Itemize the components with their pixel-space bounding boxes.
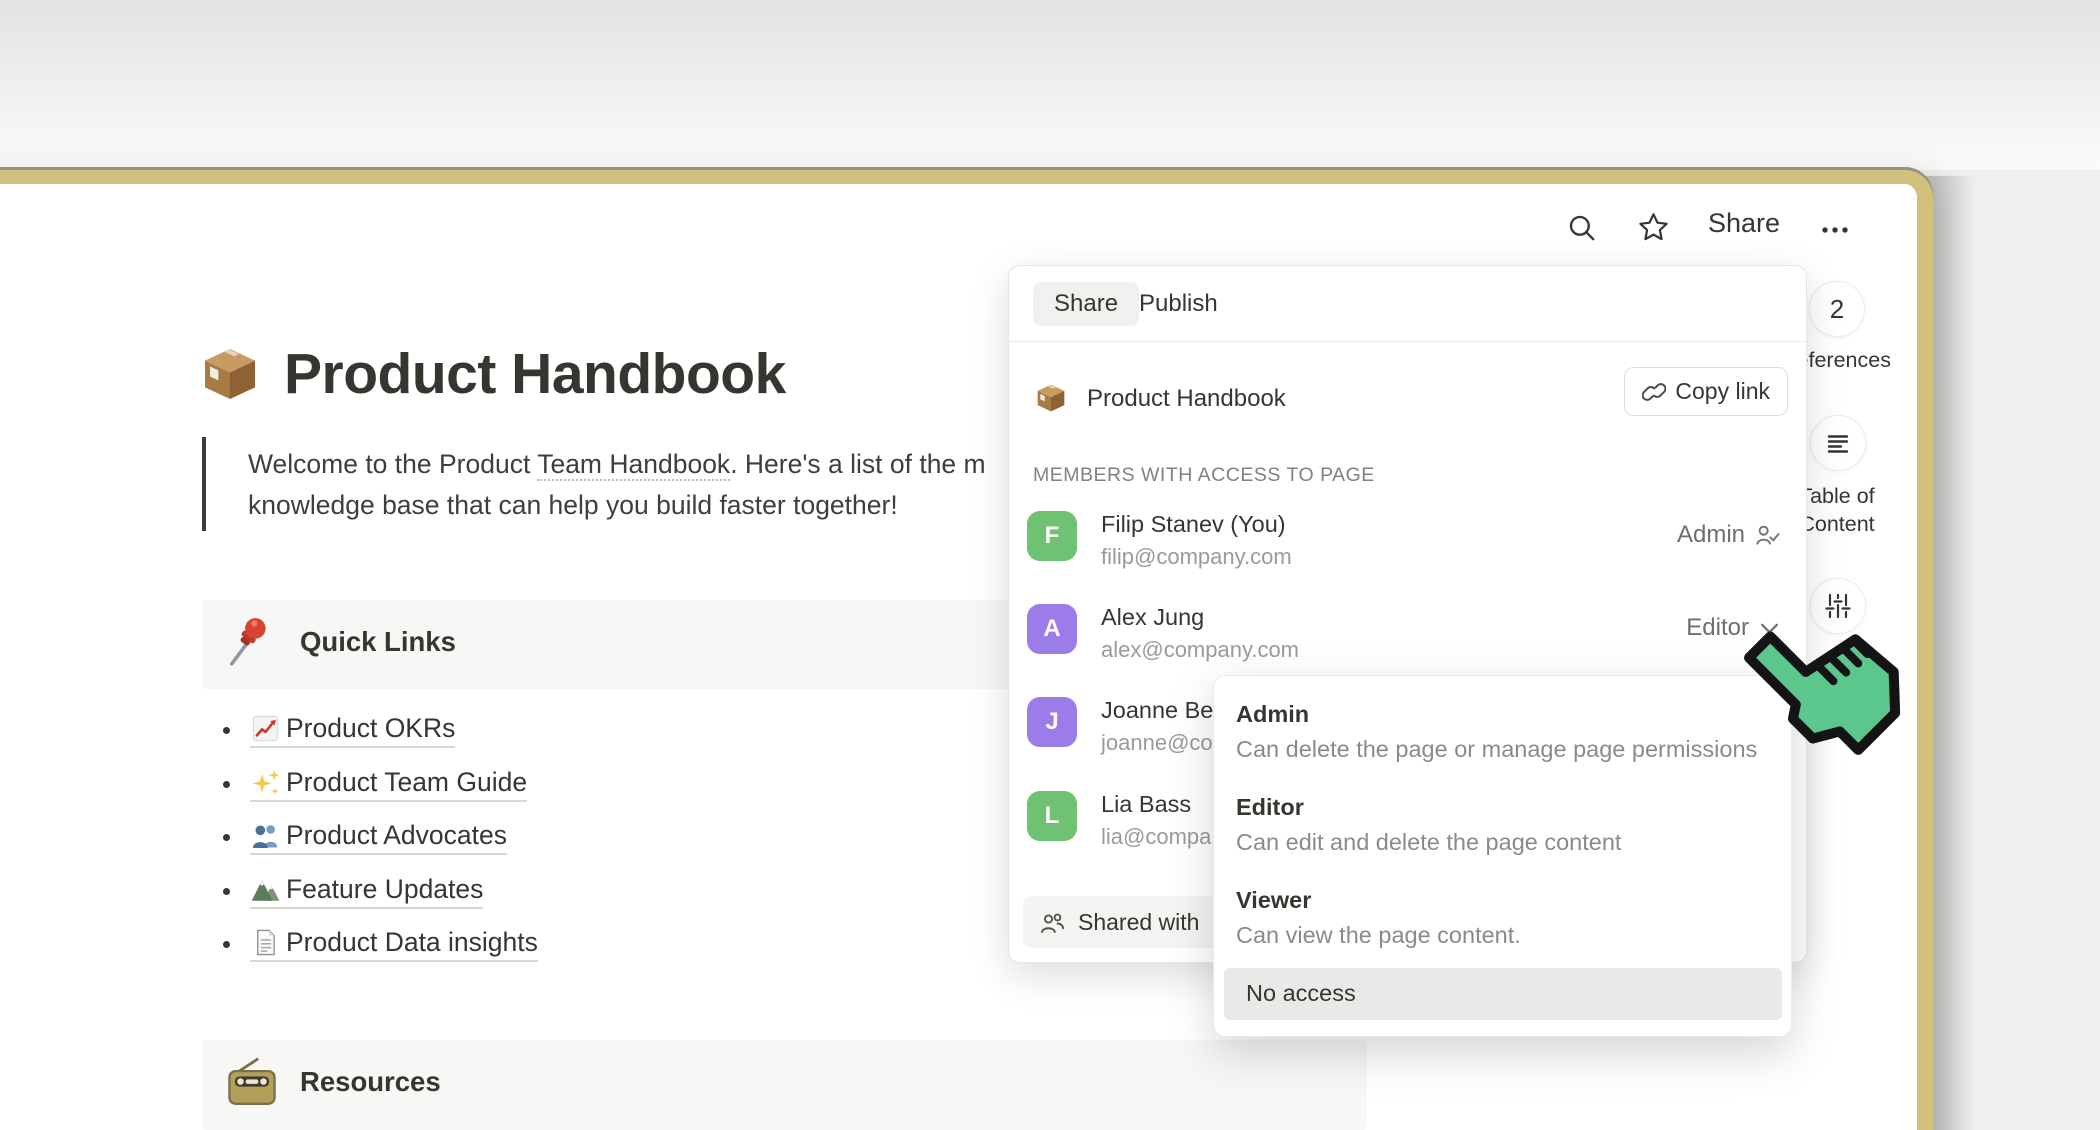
sliders-button[interactable] bbox=[1810, 578, 1866, 634]
references-button[interactable]: 2 bbox=[1809, 281, 1865, 337]
intro-text: . Here's a list of the m bbox=[730, 449, 985, 479]
menu-item-editor[interactable]: Editor Can edit and delete the page cont… bbox=[1214, 769, 1791, 862]
quote-bar bbox=[202, 437, 206, 531]
desktop-backdrop bbox=[0, 0, 2100, 170]
menu-item-title: No access bbox=[1246, 980, 1356, 1007]
document-emoji bbox=[250, 927, 281, 958]
list-item: Product Advocates bbox=[202, 811, 538, 865]
toc-icon bbox=[1823, 428, 1853, 458]
resources-section-header: Resources bbox=[202, 1040, 1367, 1130]
link-product-okrs[interactable]: Product OKRs bbox=[250, 713, 455, 748]
link-label: Product Data insights bbox=[286, 927, 538, 958]
search-icon[interactable] bbox=[1566, 212, 1598, 244]
bullet-dot bbox=[223, 834, 230, 841]
quick-links-heading: Quick Links bbox=[300, 626, 456, 658]
bullet-dot bbox=[223, 727, 230, 734]
page-toolbar: Share bbox=[1540, 205, 1880, 251]
link-product-team-guide[interactable]: Product Team Guide bbox=[250, 767, 527, 802]
sliders-icon bbox=[1823, 591, 1853, 621]
link-label: Product Advocates bbox=[286, 820, 507, 851]
member-email: alex@company.com bbox=[1101, 637, 1299, 663]
link-label: Product OKRs bbox=[286, 713, 455, 744]
star-icon[interactable] bbox=[1637, 211, 1669, 243]
member-name: Joanne Be bbox=[1101, 697, 1213, 724]
menu-item-title: Viewer bbox=[1236, 887, 1311, 914]
radio-emoji bbox=[224, 1054, 280, 1110]
role-selector-admin[interactable]: Admin bbox=[1677, 521, 1780, 549]
member-email: joanne@co bbox=[1101, 730, 1213, 756]
table-of-content-button[interactable] bbox=[1810, 415, 1866, 471]
link-label: Feature Updates bbox=[286, 874, 483, 905]
references-count: 2 bbox=[1830, 294, 1844, 325]
sparkles-emoji bbox=[250, 767, 281, 798]
avatar: A bbox=[1027, 604, 1077, 654]
intro-text: Welcome to the Product bbox=[248, 449, 537, 479]
link-product-advocates[interactable]: Product Advocates bbox=[250, 820, 507, 855]
intro-text-line2: knowledge base that can help you build f… bbox=[248, 490, 898, 520]
list-item: Product Team Guide bbox=[202, 758, 538, 812]
member-email: lia@compa bbox=[1101, 824, 1211, 850]
list-item: Product Data insights bbox=[202, 918, 538, 972]
bullet-dot bbox=[223, 888, 230, 895]
avatar: L bbox=[1027, 791, 1077, 841]
link-icon bbox=[1642, 380, 1666, 404]
role-menu: Admin Can delete the page or manage page… bbox=[1213, 675, 1792, 1037]
shared-with-label: Shared with bbox=[1078, 909, 1199, 936]
menu-item-admin[interactable]: Admin Can delete the page or manage page… bbox=[1214, 676, 1791, 769]
avatar: F bbox=[1027, 511, 1077, 561]
members-section-label: MEMBERS WITH ACCESS TO PAGE bbox=[1033, 464, 1375, 487]
share-dialog-tabs: Share Publish bbox=[1009, 266, 1806, 342]
role-selector-editor[interactable]: Editor bbox=[1686, 614, 1780, 642]
list-item: Product OKRs bbox=[202, 704, 538, 758]
member-email: filip@company.com bbox=[1101, 544, 1292, 570]
bullet-dot bbox=[223, 941, 230, 948]
role-label: Editor bbox=[1686, 614, 1749, 642]
tab-publish[interactable]: Publish bbox=[1139, 290, 1218, 318]
menu-item-description: Can edit and delete the page content bbox=[1236, 829, 1621, 856]
tab-share[interactable]: Share bbox=[1033, 282, 1139, 326]
page-title: Product Handbook bbox=[284, 341, 786, 407]
member-row-filip: F Filip Stanev (You) filip@company.com A… bbox=[1027, 511, 1788, 573]
member-name: Filip Stanev (You) bbox=[1101, 511, 1286, 538]
menu-item-title: Admin bbox=[1236, 701, 1309, 728]
screen: Share Product Handbook Welcome to the Pr… bbox=[0, 0, 2100, 1130]
menu-item-viewer[interactable]: Viewer Can view the page content. bbox=[1214, 862, 1791, 955]
role-label: Admin bbox=[1677, 521, 1745, 549]
member-name: Alex Jung bbox=[1101, 604, 1204, 631]
link-feature-updates[interactable]: Feature Updates bbox=[250, 874, 483, 909]
member-name: Lia Bass bbox=[1101, 791, 1191, 818]
link-label: Product Team Guide bbox=[286, 767, 527, 798]
team-handbook-link[interactable]: Team Handbook bbox=[537, 449, 730, 481]
link-product-data-insights[interactable]: Product Data insights bbox=[250, 927, 538, 962]
quick-links-list: Product OKRs Product Team Guide Product … bbox=[202, 704, 538, 972]
member-row-alex: A Alex Jung alex@company.com Editor bbox=[1027, 604, 1788, 666]
menu-item-title: Editor bbox=[1236, 794, 1304, 821]
chevron-down-icon bbox=[1759, 618, 1780, 639]
menu-item-description: Can delete the page or manage page permi… bbox=[1236, 736, 1757, 763]
mountain-emoji bbox=[250, 874, 281, 905]
bullet-dot bbox=[223, 781, 230, 788]
avatar: J bbox=[1027, 697, 1077, 747]
share-page-title: Product Handbook bbox=[1087, 385, 1286, 413]
chart-increasing-emoji bbox=[250, 713, 281, 744]
copy-link-button[interactable]: Copy link bbox=[1624, 367, 1788, 416]
more-icon[interactable] bbox=[1820, 215, 1852, 247]
busts-emoji bbox=[250, 820, 281, 851]
person-check-icon bbox=[1755, 523, 1780, 548]
copy-link-label: Copy link bbox=[1675, 378, 1770, 405]
people-icon bbox=[1039, 910, 1066, 935]
resources-heading: Resources bbox=[300, 1066, 441, 1098]
package-emoji bbox=[1035, 382, 1067, 414]
package-emoji bbox=[200, 344, 260, 404]
list-item: Feature Updates bbox=[202, 865, 538, 919]
pushpin-emoji bbox=[224, 614, 280, 670]
menu-item-no-access[interactable]: No access bbox=[1224, 968, 1782, 1020]
menu-item-description: Can view the page content. bbox=[1236, 922, 1521, 949]
share-button[interactable]: Share bbox=[1708, 208, 1780, 239]
